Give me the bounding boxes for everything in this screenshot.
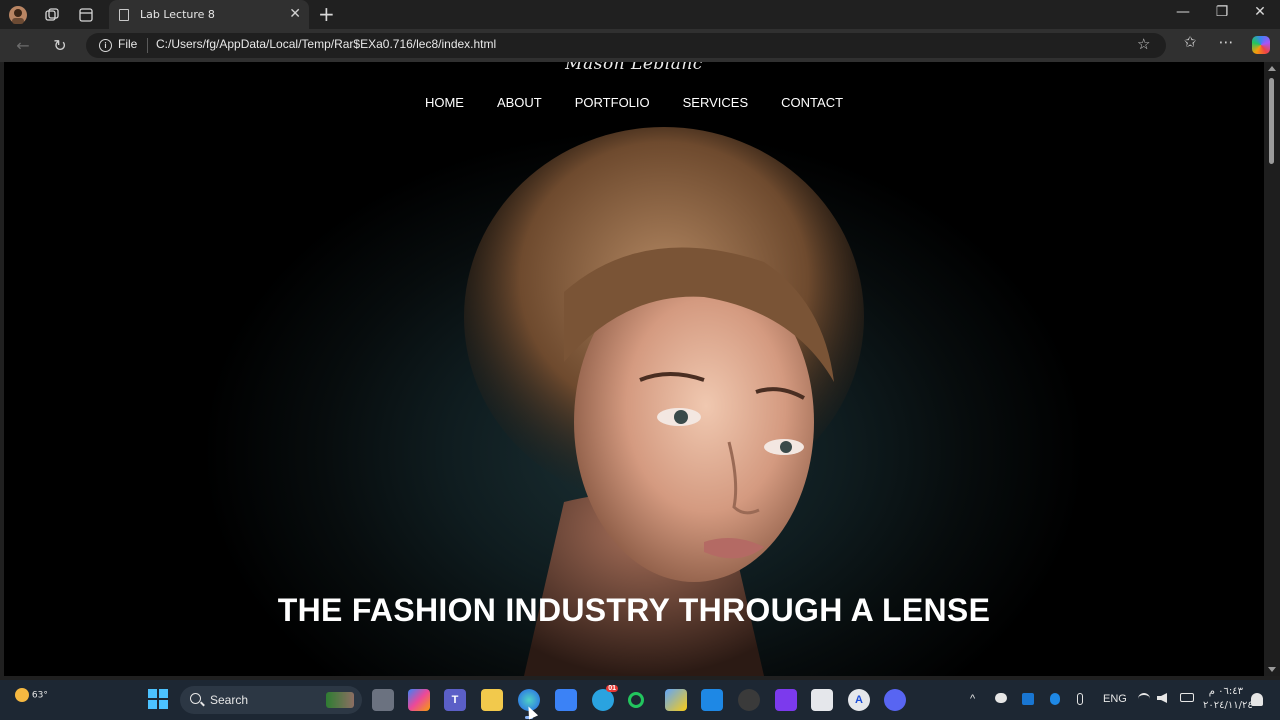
- scroll-thumb[interactable]: [1269, 78, 1274, 164]
- clock-date: ٢٠٢٤/١١/٢٤: [1203, 700, 1253, 711]
- tab-actions-icon[interactable]: [76, 5, 96, 25]
- web-page: Mason Leblanc HOME ABOUT PORTFOLIO SERVI…: [4, 62, 1264, 676]
- onedrive-icon[interactable]: [995, 693, 1007, 703]
- circle-app-icon[interactable]: [628, 692, 644, 708]
- favorites-icon[interactable]: ✩: [1178, 33, 1202, 51]
- workspaces-icon[interactable]: [42, 5, 62, 25]
- windows-taskbar: 63° Search T 01 A ^ ENG ٠٦:٤٣ م ٢٠٢٤/١١/…: [0, 680, 1280, 720]
- microphone-icon[interactable]: [1077, 693, 1083, 705]
- hero-title: THE FASHION INDUSTRY THROUGH A LENSE: [277, 592, 991, 628]
- address-bar[interactable]: i File C:/Users/fg/AppData/Local/Temp/Ra…: [86, 33, 1166, 58]
- scroll-down-arrow-icon[interactable]: [1268, 667, 1276, 672]
- show-hidden-icons-chevron-icon[interactable]: ^: [970, 693, 975, 705]
- info-icon[interactable]: i: [99, 39, 112, 52]
- new-tab-button[interactable]: +: [318, 2, 335, 26]
- refresh-icon[interactable]: ↻: [49, 34, 71, 56]
- file-label: File: [118, 37, 138, 51]
- discord-icon[interactable]: [884, 689, 906, 711]
- nav-portfolio[interactable]: PORTFOLIO: [575, 95, 650, 110]
- microsoft-store-icon[interactable]: [555, 689, 577, 711]
- page-scrollbar[interactable]: [1264, 62, 1280, 676]
- vscode-icon[interactable]: [701, 689, 723, 711]
- weather-sun-icon: [15, 688, 29, 702]
- cube-app-icon[interactable]: [665, 689, 687, 711]
- logo-signature[interactable]: Mason Leblanc: [4, 62, 1264, 74]
- scroll-up-arrow-icon[interactable]: [1268, 66, 1276, 71]
- wifi-icon[interactable]: [1138, 693, 1150, 703]
- tab-lab-lecture[interactable]: Lab Lecture 8 ✕: [109, 0, 309, 29]
- main-navigation: HOME ABOUT PORTFOLIO SERVICES CONTACT: [4, 95, 1264, 110]
- visual-studio-icon[interactable]: [775, 689, 797, 711]
- taskbar-clock[interactable]: ٠٦:٤٣ م ٢٠٢٤/١١/٢٤: [1203, 685, 1253, 713]
- tab-title: Lab Lecture 8: [140, 8, 215, 21]
- search-highlight-icon: [326, 692, 354, 708]
- language-indicator[interactable]: ENG: [1103, 693, 1127, 705]
- more-options-icon[interactable]: ⋯: [1214, 33, 1238, 51]
- window-app-icon[interactable]: [811, 689, 833, 711]
- github-desktop-icon[interactable]: [738, 689, 760, 711]
- nav-about[interactable]: ABOUT: [497, 95, 542, 110]
- browser-title-bar: Lab Lecture 8 ✕ + — ❐ ✕: [0, 0, 1280, 29]
- accessibility-app-icon[interactable]: A: [848, 689, 870, 711]
- weather-widget[interactable]: 63°: [15, 688, 48, 702]
- security-shield-icon[interactable]: [1022, 693, 1034, 705]
- telegram-icon[interactable]: 01: [592, 685, 618, 711]
- divider: [147, 38, 148, 53]
- bluetooth-icon[interactable]: [1050, 693, 1060, 705]
- battery-icon[interactable]: [1180, 693, 1194, 702]
- nav-services[interactable]: SERVICES: [683, 95, 749, 110]
- taskbar-search[interactable]: Search: [180, 686, 362, 714]
- teams-icon[interactable]: T: [444, 689, 466, 711]
- nav-home[interactable]: HOME: [425, 95, 464, 110]
- search-icon: [190, 693, 201, 704]
- nav-contact[interactable]: CONTACT: [781, 95, 843, 110]
- url-text[interactable]: C:/Users/fg/AppData/Local/Temp/Rar$EXa0.…: [156, 37, 496, 51]
- copilot-app-icon[interactable]: [408, 689, 430, 711]
- browser-toolbar: ← ↻ i File C:/Users/fg/AppData/Local/Tem…: [0, 29, 1280, 62]
- close-tab-icon[interactable]: ✕: [289, 6, 301, 22]
- favorite-star-icon[interactable]: ☆: [1137, 35, 1150, 53]
- task-view-icon[interactable]: [372, 689, 394, 711]
- start-button-windows-icon[interactable]: [148, 689, 168, 709]
- profile-avatar-icon[interactable]: [8, 5, 28, 25]
- weather-temperature: 63°: [31, 690, 48, 701]
- model-portrait-image: [464, 127, 864, 676]
- copilot-icon[interactable]: [1252, 36, 1270, 54]
- maximize-button[interactable]: ❐: [1207, 4, 1237, 20]
- close-window-button[interactable]: ✕: [1245, 4, 1275, 20]
- minimize-button[interactable]: —: [1168, 4, 1198, 20]
- back-arrow-icon[interactable]: ←: [12, 34, 34, 56]
- notification-bell-icon[interactable]: [1251, 693, 1263, 706]
- volume-icon[interactable]: [1157, 693, 1167, 703]
- screen: Lab Lecture 8 ✕ + — ❐ ✕ ← ↻ i File C:/Us…: [0, 0, 1280, 720]
- clock-time: ٠٦:٤٣ م: [1208, 686, 1243, 697]
- telegram-badge: 01: [606, 685, 618, 692]
- search-placeholder: Search: [210, 693, 249, 707]
- file-explorer-icon[interactable]: [481, 689, 503, 711]
- document-icon: [119, 8, 129, 21]
